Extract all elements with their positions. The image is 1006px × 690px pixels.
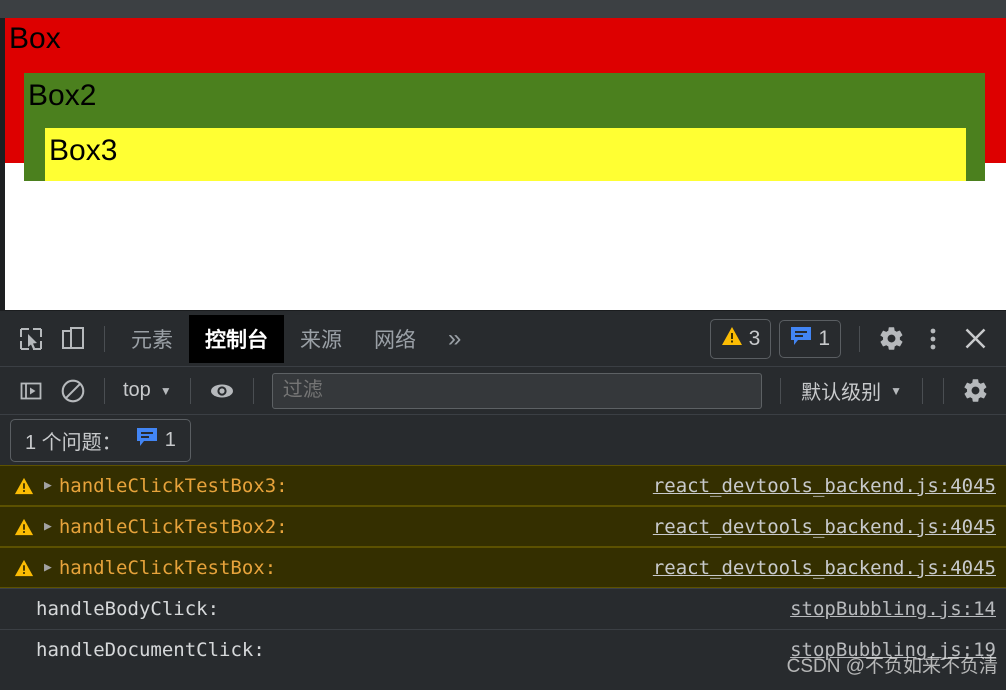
warning-triangle-icon [14,558,34,578]
filterbar-divider-3 [252,377,254,404]
message-counter[interactable]: 1 [779,319,841,358]
filterbar-divider-1 [104,377,105,404]
filterbar-divider-6 [943,377,944,404]
expand-triangle-icon[interactable]: ▶ [44,478,52,493]
tab-network[interactable]: 网络 [358,315,432,363]
message-count: 1 [818,326,830,350]
device-toolbar-icon[interactable] [52,318,94,360]
message-bubble-icon [790,326,812,352]
inspect-element-icon[interactable] [10,318,52,360]
tab-sources[interactable]: 来源 [284,315,358,363]
issues-count: 1 [164,428,176,451]
console-message-list: ▶ handleClickTestBox3: react_devtools_ba… [0,465,1006,670]
devtools-panel: 元素 控制台 来源 网络 » 3 1 top ▼ 过滤 默认级别 ▼ 1 个问题… [0,310,1006,690]
warning-counter[interactable]: 3 [709,318,772,359]
filterbar-divider-5 [922,377,923,404]
toolbar-divider-1 [104,325,105,352]
page-blank-area [5,181,1006,310]
console-settings-gear-icon[interactable] [954,370,996,412]
warning-triangle-icon [721,325,743,353]
issues-bar: 1 个问题： 1 [0,415,1006,465]
toolbar-divider-2 [859,325,860,352]
filterbar-divider-4 [780,377,782,404]
console-message-source-link[interactable]: react_devtools_backend.js:4045 [653,475,996,497]
chevron-down-icon: ▼ [890,383,902,398]
filterbar-divider-2 [189,377,191,404]
console-message-row[interactable]: ▶ handleClickTestBox: react_devtools_bac… [0,547,1006,588]
tab-console[interactable]: 控制台 [189,314,284,363]
clear-console-icon[interactable] [52,370,94,412]
gear-icon[interactable] [870,318,912,360]
expand-triangle-icon[interactable]: ▶ [44,519,52,534]
box-inner-label: Box3 [49,134,118,167]
message-bubble-icon [136,427,158,453]
box-outer-label: Box [9,22,61,55]
console-message-row[interactable]: ▶ handleClickTestBox3: react_devtools_ba… [0,465,1006,506]
console-message-row[interactable]: handleBodyClick: stopBubbling.js:14 [0,588,1006,629]
console-message-text: handleBodyClick: [36,598,220,620]
warning-triangle-icon [14,517,34,537]
console-message-source-link[interactable]: react_devtools_backend.js:4045 [653,557,996,579]
console-filter-input[interactable] [271,372,763,409]
box-middle-label: Box2 [28,79,97,112]
tab-elements[interactable]: 元素 [115,315,189,363]
live-expression-eye-icon[interactable] [201,370,243,412]
issues-label: 1 个问题： [25,431,122,454]
console-message-text: handleDocumentClick: [36,639,265,661]
console-message-source-link[interactable]: stopBubbling.js:14 [790,598,996,620]
console-message-row[interactable]: ▶ handleClickTestBox2: react_devtools_ba… [0,506,1006,547]
warning-triangle-icon [14,476,34,496]
issues-count-group: 1 [136,427,176,453]
chevron-down-icon: ▼ [159,383,172,398]
screenshot-root: Box Box2 Box3 元素 控制台 来源 网络 » 3 1 top ▼ 过… [0,0,1006,690]
box-inner[interactable]: Box3 [45,128,966,181]
more-tabs-chevron-icon[interactable]: » [432,325,477,353]
page-viewport: Box Box2 Box3 [0,18,1006,310]
console-message-source-link[interactable]: react_devtools_backend.js:4045 [653,516,996,538]
warning-count: 3 [748,326,761,350]
close-icon[interactable] [954,318,996,360]
devtools-toolbar: 元素 控制台 来源 网络 » 3 1 [0,311,1006,367]
console-filter-bar: top ▼ 默认级别 ▼ [0,367,1006,415]
execution-context-selector[interactable]: top ▼ [115,379,180,402]
console-message-text: handleClickTestBox2: [58,515,288,538]
console-message-source-link[interactable]: stopBubbling.js:19 [790,639,996,661]
log-level-label: 默认级别 [801,382,882,404]
console-message-text: handleClickTestBox3: [58,474,288,497]
browser-chrome-strip [0,0,1006,18]
expand-triangle-icon[interactable]: ▶ [44,560,52,575]
execution-context-label: top [123,379,151,401]
console-message-text: handleClickTestBox: [58,556,277,579]
console-sidebar-toggle-icon[interactable] [10,370,52,412]
log-level-selector[interactable]: 默认级别 ▼ [791,376,912,405]
console-message-row[interactable]: handleDocumentClick: stopBubbling.js:19 [0,629,1006,670]
issues-chip-button[interactable]: 1 个问题： 1 [10,418,191,462]
more-options-icon[interactable] [912,318,954,360]
